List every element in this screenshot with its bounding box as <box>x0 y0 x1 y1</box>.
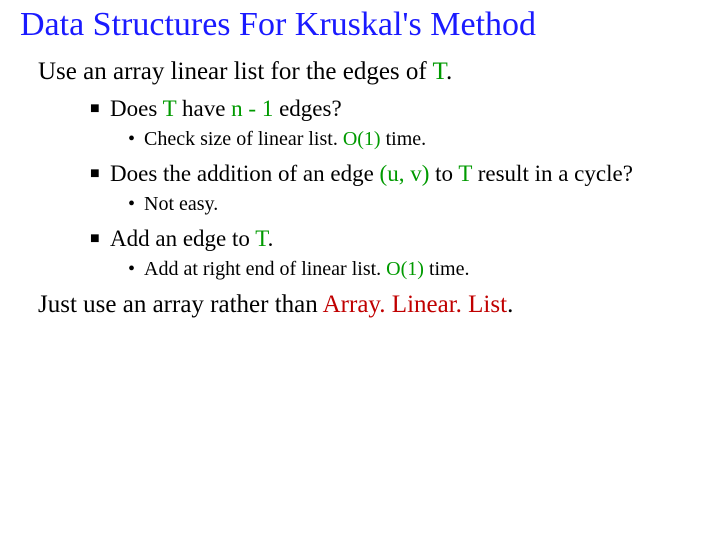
text: edges? <box>273 96 341 121</box>
var-t: T <box>163 96 177 121</box>
bullet-text: Does the addition of an edge (u, v) to T… <box>110 161 700 187</box>
dot-bullet-icon: • <box>128 193 144 215</box>
text: to <box>429 161 458 186</box>
text: Add at right end of linear list. <box>144 258 386 280</box>
text: Does <box>110 96 163 121</box>
var-t: T <box>433 58 446 85</box>
text: . <box>268 226 274 251</box>
text: Does the addition of an edge <box>110 161 380 186</box>
text: have <box>176 96 231 121</box>
sub-bullet-item: • Not easy. <box>38 193 700 216</box>
dot-bullet-icon: • <box>128 128 144 150</box>
bullet-item: ■ Does T have n - 1 edges? <box>38 96 700 122</box>
text: time. <box>381 128 427 150</box>
sub-bullet-text: Not easy. <box>144 193 700 216</box>
sub-bullet-text: Check size of linear list. O(1) time. <box>144 128 700 151</box>
text: . <box>446 58 452 85</box>
slide-title: Data Structures For Kruskal's Method <box>20 6 700 44</box>
var-t: T <box>458 161 472 186</box>
var-t: T <box>255 226 267 251</box>
bullet-text: Add an edge to T. <box>110 226 700 252</box>
expr-n-1: n - 1 <box>231 96 273 121</box>
sub-bullet-text: Add at right end of linear list. O(1) ti… <box>144 258 700 281</box>
text: Just use an array rather than <box>38 291 323 318</box>
square-bullet-icon: ■ <box>90 226 110 252</box>
closing-line: Just use an array rather than Array. Lin… <box>38 291 700 319</box>
slide: Data Structures For Kruskal's Method Use… <box>0 0 720 540</box>
bullet-text: Does T have n - 1 edges? <box>110 96 700 122</box>
sub-bullet-item: • Check size of linear list. O(1) time. <box>38 128 700 151</box>
text: Use an array linear list for the edges o… <box>38 58 433 85</box>
big-o: O(1) <box>343 128 381 150</box>
text: Check size of linear list. <box>144 128 343 150</box>
big-o: O(1) <box>386 258 424 280</box>
slide-body: Use an array linear list for the edges o… <box>20 58 700 319</box>
edge-uv: (u, v) <box>380 161 430 186</box>
sub-bullet-item: • Add at right end of linear list. O(1) … <box>38 258 700 281</box>
text: result in a cycle? <box>472 161 633 186</box>
intro-line: Use an array linear list for the edges o… <box>38 58 700 86</box>
dot-bullet-icon: • <box>128 258 144 280</box>
text: time. <box>424 258 470 280</box>
square-bullet-icon: ■ <box>90 96 110 122</box>
text: Add an edge to <box>110 226 255 251</box>
class-name: Array. Linear. List <box>323 291 507 318</box>
square-bullet-icon: ■ <box>90 161 110 187</box>
bullet-item: ■ Add an edge to T. <box>38 226 700 252</box>
text: . <box>507 291 513 318</box>
bullet-item: ■ Does the addition of an edge (u, v) to… <box>38 161 700 187</box>
